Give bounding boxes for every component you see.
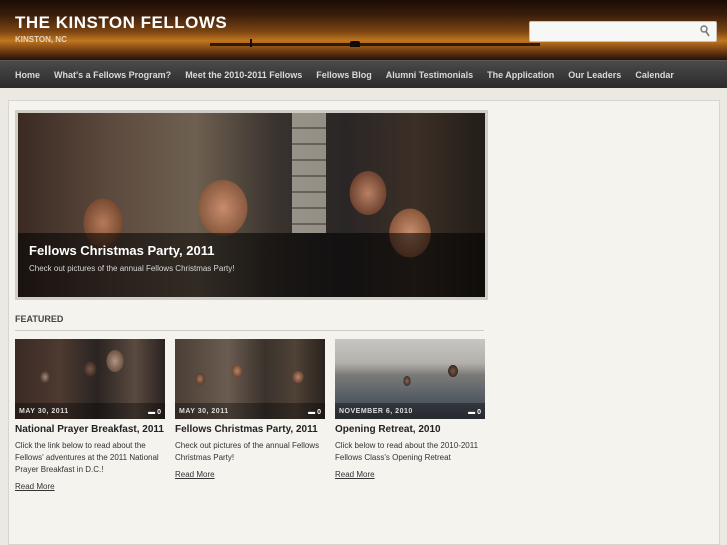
slider-photo-window (292, 113, 326, 233)
slider-title[interactable]: Fellows Christmas Party, 2011 (29, 243, 214, 258)
featured-card: MAY 30, 2011 ▬ 0 National Prayer Breakfa… (15, 339, 165, 494)
featured-slider[interactable]: Fellows Christmas Party, 2011 Check out … (15, 110, 488, 300)
comment-count[interactable]: ▬ 0 (468, 409, 481, 416)
site-header: THE KINSTON FELLOWS KINSTON, NC (0, 0, 727, 60)
card-title[interactable]: Fellows Christmas Party, 2011 (175, 424, 325, 436)
card-date: MAY 30, 2011 (19, 408, 69, 415)
comment-count-value: 0 (157, 409, 161, 416)
nav-item-alumni[interactable]: Alumni Testimonials (379, 70, 480, 80)
search-icon[interactable] (700, 25, 710, 37)
featured-card: MAY 30, 2011 ▬ 0 Fellows Christmas Party… (175, 339, 325, 482)
featured-divider (15, 330, 484, 331)
search-box[interactable] (529, 21, 717, 42)
nav-item-calendar[interactable]: Calendar (628, 70, 681, 80)
comment-count[interactable]: ▬ 0 (148, 409, 161, 416)
nav-item-home[interactable]: Home (8, 70, 47, 80)
featured-card: NOVEMBER 6, 2010 ▬ 0 Opening Retreat, 20… (335, 339, 485, 482)
slider-text: Check out pictures of the annual Fellows… (29, 264, 235, 273)
card-thumbnail[interactable]: NOVEMBER 6, 2010 ▬ 0 (335, 339, 485, 419)
read-more-link[interactable]: Read More (15, 482, 55, 491)
card-excerpt: Check out pictures of the annual Fellows… (175, 441, 320, 462)
comment-count-value: 0 (317, 409, 321, 416)
header-photo-post (250, 39, 252, 47)
comment-icon: ▬ (148, 409, 156, 416)
read-more-link[interactable]: Read More (335, 470, 375, 479)
nav-item-meet-fellows[interactable]: Meet the 2010-2011 Fellows (178, 70, 309, 80)
comment-count-value: 0 (477, 409, 481, 416)
read-more-link[interactable]: Read More (175, 470, 215, 479)
card-date: MAY 30, 2011 (179, 408, 229, 415)
header-photo-figure (350, 41, 360, 47)
comment-icon: ▬ (308, 409, 316, 416)
card-date: NOVEMBER 6, 2010 (339, 408, 413, 415)
card-thumbnail[interactable]: MAY 30, 2011 ▬ 0 (15, 339, 165, 419)
card-excerpt: Click below to read about the 2010-2011 … (335, 441, 479, 462)
card-thumbnail[interactable]: MAY 30, 2011 ▬ 0 (175, 339, 325, 419)
card-title[interactable]: Opening Retreat, 2010 (335, 424, 485, 436)
card-excerpt: Click the link below to read about the F… (15, 441, 159, 474)
slider-caption: Fellows Christmas Party, 2011 Check out … (18, 233, 485, 297)
featured-heading: FEATURED (15, 314, 64, 324)
header-photo-dock (210, 43, 540, 46)
nav-item-fellows-program[interactable]: What's a Fellows Program? (47, 70, 178, 80)
nav-item-application[interactable]: The Application (480, 70, 561, 80)
main-content: Fellows Christmas Party, 2011 Check out … (8, 100, 720, 545)
card-title[interactable]: National Prayer Breakfast, 2011 (15, 424, 165, 436)
main-nav: Home What's a Fellows Program? Meet the … (0, 60, 727, 88)
nav-item-blog[interactable]: Fellows Blog (309, 70, 379, 80)
nav-item-leaders[interactable]: Our Leaders (561, 70, 628, 80)
site-title[interactable]: THE KINSTON FELLOWS (15, 13, 227, 33)
site-subtitle: KINSTON, NC (15, 35, 67, 44)
search-input[interactable] (530, 22, 700, 42)
comment-count[interactable]: ▬ 0 (308, 409, 321, 416)
comment-icon: ▬ (468, 409, 476, 416)
